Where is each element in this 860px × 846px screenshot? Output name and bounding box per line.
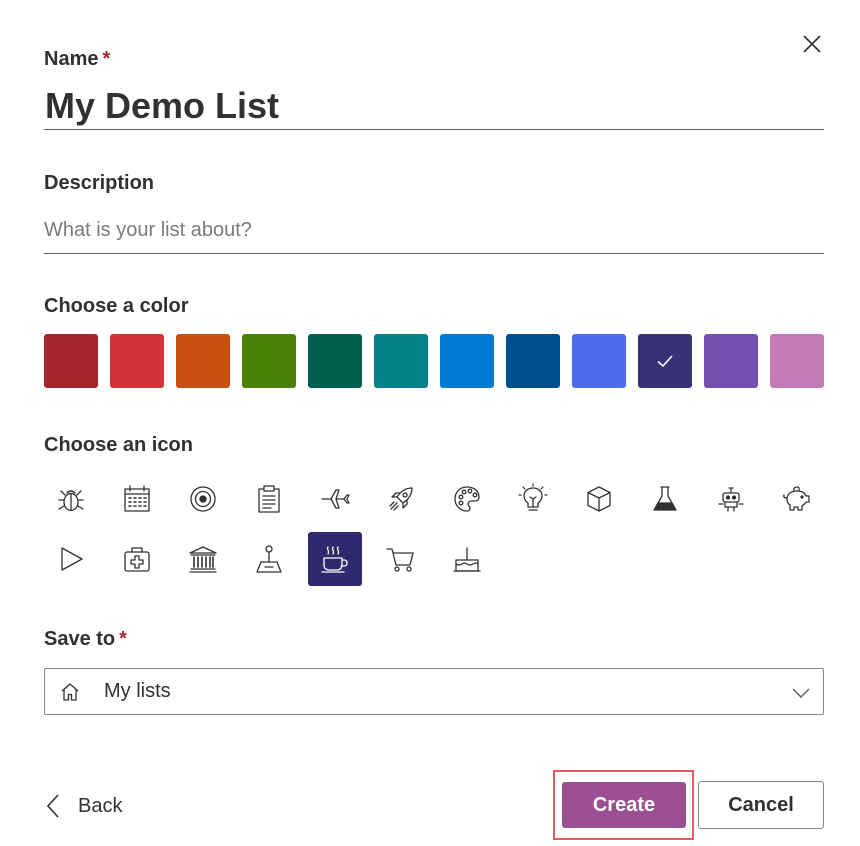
shopping-cart-icon xyxy=(386,548,414,572)
icon-label: Choose an icon xyxy=(44,434,193,456)
chevron-down-icon xyxy=(792,688,810,698)
description-label: Description xyxy=(44,172,155,194)
airplane-icon xyxy=(321,489,350,509)
checkmark-icon xyxy=(657,355,673,368)
save-to-label: Save to * xyxy=(44,628,127,651)
name-label: Name * xyxy=(44,48,110,71)
flask-icon xyxy=(653,486,677,511)
icon-option-piggy-bank[interactable] xyxy=(770,472,824,526)
color-picker xyxy=(44,334,824,388)
joystick-icon xyxy=(256,545,282,573)
bank-icon xyxy=(189,546,217,573)
color-swatch-orchid[interactable] xyxy=(770,334,824,388)
back-label: Back xyxy=(78,794,123,817)
color-swatch-dark-blue[interactable] xyxy=(506,334,560,388)
save-to-value: My lists xyxy=(104,680,171,702)
cube-icon xyxy=(587,486,611,512)
icon-option-cube[interactable] xyxy=(572,472,626,526)
icon-option-calendar[interactable] xyxy=(110,472,164,526)
icon-picker xyxy=(44,472,824,586)
chevron-left-icon xyxy=(46,794,59,818)
required-asterisk: * xyxy=(119,628,127,650)
icon-option-coffee-cup[interactable] xyxy=(308,532,362,586)
color-swatch-indigo[interactable] xyxy=(638,334,692,388)
name-input[interactable]: My Demo List xyxy=(44,84,824,130)
cake-icon xyxy=(453,547,481,572)
rocket-icon xyxy=(389,487,413,511)
robot-icon xyxy=(718,487,744,512)
color-label: Choose a color xyxy=(44,295,189,317)
home-icon xyxy=(61,683,79,701)
play-triangle-icon xyxy=(61,547,83,571)
create-button[interactable]: Create xyxy=(562,782,686,828)
color-swatch-red[interactable] xyxy=(110,334,164,388)
palette-icon xyxy=(454,486,480,512)
name-label-text: Name xyxy=(44,48,99,70)
icon-option-play-triangle[interactable] xyxy=(44,532,98,586)
icon-option-bank[interactable] xyxy=(176,532,230,586)
icon-option-cake[interactable] xyxy=(440,532,494,586)
color-swatch-green[interactable] xyxy=(242,334,296,388)
close-button[interactable] xyxy=(798,30,826,58)
icon-option-medical-kit[interactable] xyxy=(110,532,164,586)
close-icon xyxy=(803,35,821,53)
icon-option-joystick[interactable] xyxy=(242,532,296,586)
color-swatch-teal[interactable] xyxy=(374,334,428,388)
icon-option-bug[interactable] xyxy=(44,472,98,526)
required-asterisk: * xyxy=(102,48,111,70)
icon-option-lightbulb[interactable] xyxy=(506,472,560,526)
icon-option-shopping-cart[interactable] xyxy=(374,532,428,586)
icon-option-palette[interactable] xyxy=(440,472,494,526)
target-icon xyxy=(190,486,216,512)
color-swatch-dark-red[interactable] xyxy=(44,334,98,388)
icon-option-clipboard[interactable] xyxy=(242,472,296,526)
calendar-icon xyxy=(124,485,150,512)
icon-option-robot[interactable] xyxy=(704,472,758,526)
coffee-cup-icon xyxy=(321,546,348,573)
color-swatch-periwinkle[interactable] xyxy=(572,334,626,388)
save-to-label-text: Save to xyxy=(44,628,116,650)
color-swatch-blue[interactable] xyxy=(440,334,494,388)
clipboard-icon xyxy=(258,485,280,513)
back-button[interactable]: Back xyxy=(44,790,122,822)
save-to-dropdown[interactable]: My lists xyxy=(44,668,824,715)
icon-option-rocket[interactable] xyxy=(374,472,428,526)
bug-icon xyxy=(58,490,84,512)
medical-kit-icon xyxy=(124,547,150,572)
description-input[interactable] xyxy=(44,208,824,254)
cancel-button[interactable]: Cancel xyxy=(698,781,824,829)
piggy-bank-icon xyxy=(783,486,810,511)
color-swatch-dark-teal[interactable] xyxy=(308,334,362,388)
color-swatch-orange[interactable] xyxy=(176,334,230,388)
icon-option-flask[interactable] xyxy=(638,472,692,526)
lightbulb-icon xyxy=(518,483,548,511)
color-swatch-purple[interactable] xyxy=(704,334,758,388)
icon-option-target[interactable] xyxy=(176,472,230,526)
icon-option-airplane[interactable] xyxy=(308,472,362,526)
